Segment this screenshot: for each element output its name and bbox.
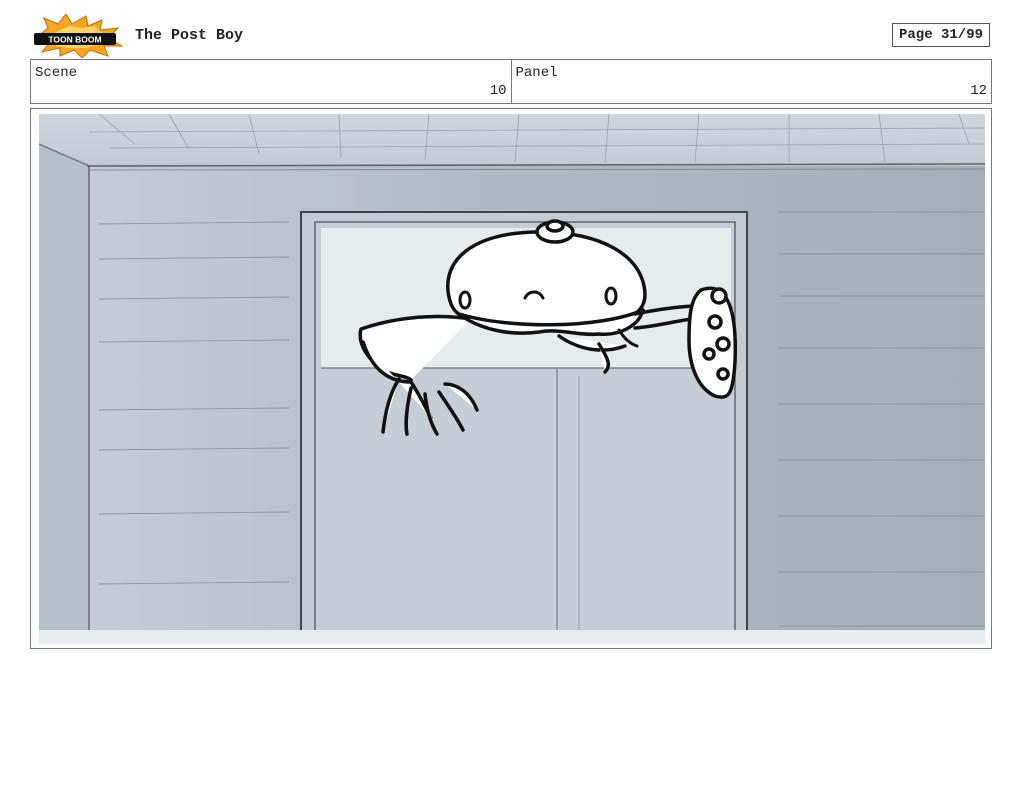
panel-label: Panel [515,65,558,81]
page-number: Page 31/99 [898,27,983,43]
panel-number: 12 [970,83,987,99]
logo-text: TOON BOOM [48,35,101,45]
scene-label: Scene [35,65,78,81]
document-title: The Post Boy [135,27,244,44]
panel-cell: Panel 12 [510,60,992,103]
page-indicator: Page 31/99 [892,23,990,47]
scene-panel-row: Scene 10 Panel 12 [30,59,992,104]
storyboard-drawing [39,114,985,644]
scene-cell: Scene 10 [31,60,511,103]
storyboard-panel [30,108,992,649]
scene-number: 10 [489,83,507,99]
toon-boom-logo: TOON BOOM [34,14,124,58]
